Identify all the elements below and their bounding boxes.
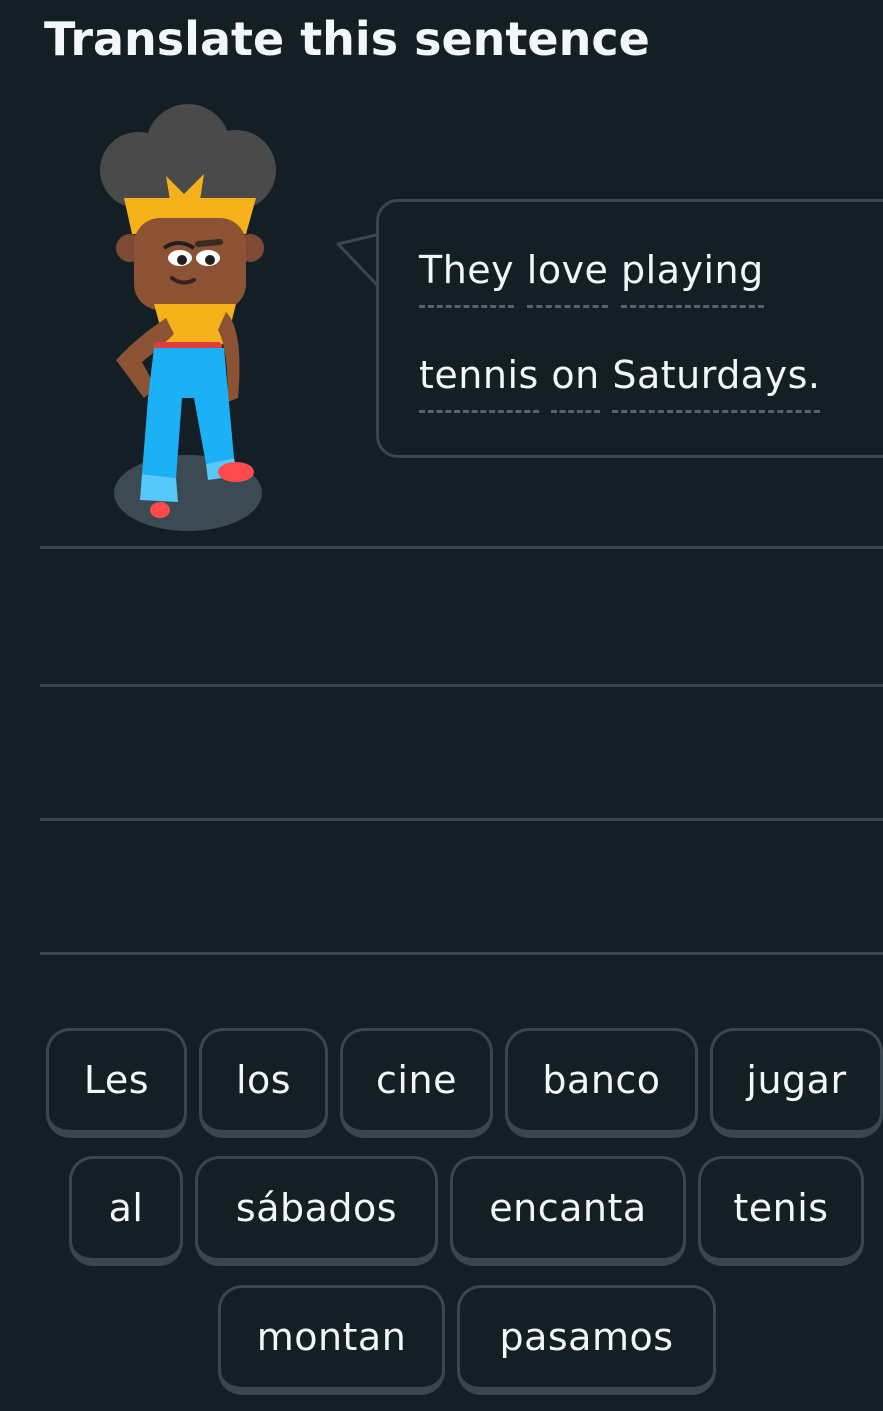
word-tile[interactable]: sábados xyxy=(195,1156,438,1266)
word-tile[interactable]: Les xyxy=(46,1028,187,1138)
word-tile[interactable]: encanta xyxy=(450,1156,686,1266)
prompt-line-2: tennis on Saturdays. xyxy=(419,350,821,413)
answer-line[interactable] xyxy=(40,818,883,821)
answer-line[interactable] xyxy=(40,546,883,549)
word-tile[interactable]: tenis xyxy=(698,1156,864,1266)
word-tile[interactable]: cine xyxy=(340,1028,493,1138)
word-tile[interactable]: jugar xyxy=(710,1028,883,1138)
word-tile[interactable]: banco xyxy=(505,1028,698,1138)
answer-line[interactable] xyxy=(40,952,883,955)
prompt-word[interactable]: They xyxy=(419,245,515,308)
word-tile[interactable]: al xyxy=(69,1156,183,1266)
character-avatar xyxy=(100,104,276,531)
answer-line[interactable] xyxy=(40,684,883,687)
prompt-word[interactable]: Saturdays. xyxy=(612,350,821,413)
word-tile[interactable]: montan xyxy=(218,1285,445,1395)
prompt-word[interactable]: on xyxy=(551,350,600,413)
word-tile[interactable]: los xyxy=(199,1028,328,1138)
page-title: Translate this sentence xyxy=(44,12,650,66)
speech-bubble: They love playing tennis on Saturdays. xyxy=(376,199,883,458)
prompt-word[interactable]: love xyxy=(526,245,609,308)
prompt-word[interactable]: tennis xyxy=(419,350,539,413)
word-tile[interactable]: pasamos xyxy=(457,1285,716,1395)
prompt-line-1: They love playing xyxy=(419,245,764,308)
prompt-word[interactable]: playing xyxy=(621,245,764,308)
